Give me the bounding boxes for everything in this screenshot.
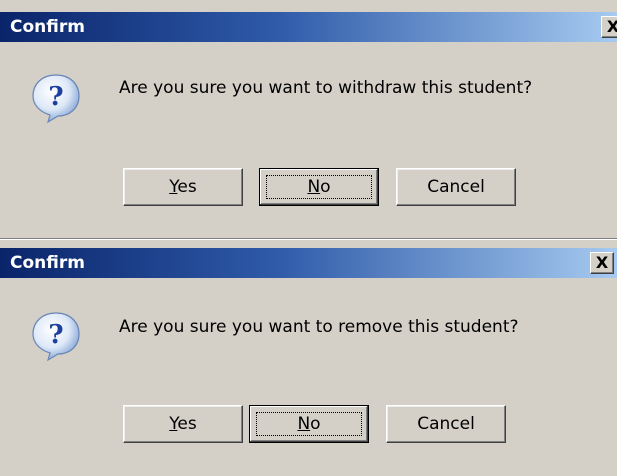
confirm-message: Are you sure you want to remove this stu…: [119, 317, 519, 337]
close-button[interactable]: X: [590, 252, 614, 274]
yes-label-rest: es: [177, 414, 197, 434]
yes-label-rest: es: [177, 177, 197, 197]
yes-button[interactable]: Yes: [123, 168, 243, 206]
no-button[interactable]: No: [249, 405, 369, 443]
yes-button[interactable]: Yes: [123, 405, 243, 443]
dialog-title: Confirm: [10, 253, 85, 273]
confirm-dialog-remove: Confirm X ? Are you sure you want to rem…: [0, 240, 617, 476]
svg-text:?: ?: [48, 320, 63, 350]
confirm-message: Are you sure you want to withdraw this s…: [119, 78, 533, 98]
no-label-rest: o: [320, 177, 331, 197]
question-icon: ?: [32, 312, 80, 362]
cancel-button[interactable]: Cancel: [396, 168, 516, 206]
question-icon: ?: [32, 74, 80, 124]
no-button[interactable]: No: [259, 168, 379, 206]
dialog-title: Confirm: [10, 17, 85, 37]
no-label-rest: o: [310, 414, 321, 434]
no-mnemonic: N: [297, 414, 311, 434]
title-bar[interactable]: Confirm X: [0, 248, 617, 278]
close-button[interactable]: X: [601, 16, 617, 38]
cancel-button[interactable]: Cancel: [386, 405, 506, 443]
title-bar[interactable]: Confirm X: [0, 12, 617, 42]
confirm-dialog-withdraw: Confirm X ? Are you sure you want to wit…: [0, 0, 617, 240]
svg-text:?: ?: [48, 82, 63, 112]
no-mnemonic: N: [307, 177, 321, 197]
